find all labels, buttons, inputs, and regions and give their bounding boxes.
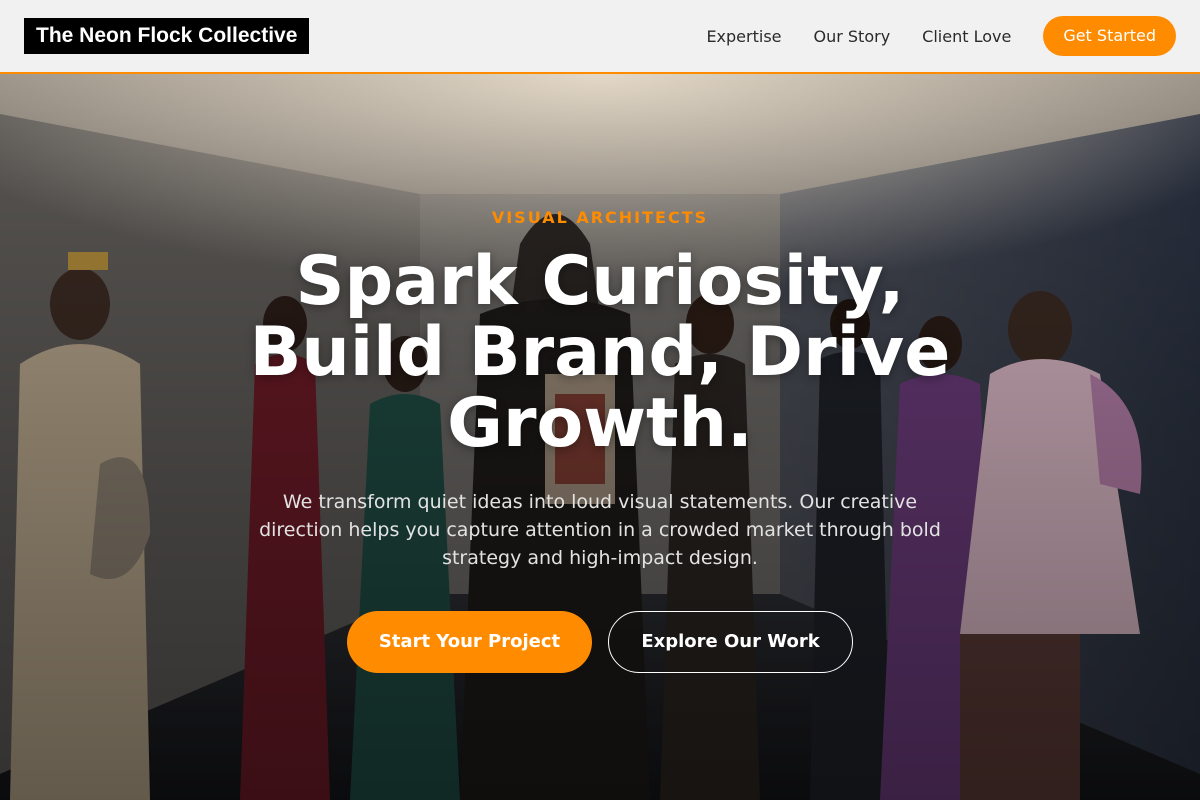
hero-subtext: We transform quiet ideas into loud visua… (259, 491, 941, 569)
hero-section: VISUAL ARCHITECTS Spark Curiosity, Build… (0, 74, 1200, 800)
site-header: The Neon Flock Collective Expertise Our … (0, 0, 1200, 74)
brand-logo[interactable]: The Neon Flock Collective (24, 18, 310, 54)
main-nav: Expertise Our Story Client Love Get Star… (706, 16, 1176, 56)
nav-link-our-story[interactable]: Our Story (814, 27, 891, 46)
start-your-project-button[interactable]: Start Your Project (347, 611, 592, 673)
nav-link-expertise[interactable]: Expertise (706, 27, 781, 46)
get-started-button[interactable]: Get Started (1043, 16, 1176, 56)
hero-content: VISUAL ARCHITECTS Spark Curiosity, Build… (0, 74, 1200, 800)
explore-our-work-button[interactable]: Explore Our Work (608, 611, 853, 673)
nav-link-client-love[interactable]: Client Love (922, 27, 1011, 46)
hero-headline: Spark Curiosity, Build Brand, Drive Grow… (249, 242, 951, 463)
hero-eyebrow: VISUAL ARCHITECTS (491, 208, 709, 227)
